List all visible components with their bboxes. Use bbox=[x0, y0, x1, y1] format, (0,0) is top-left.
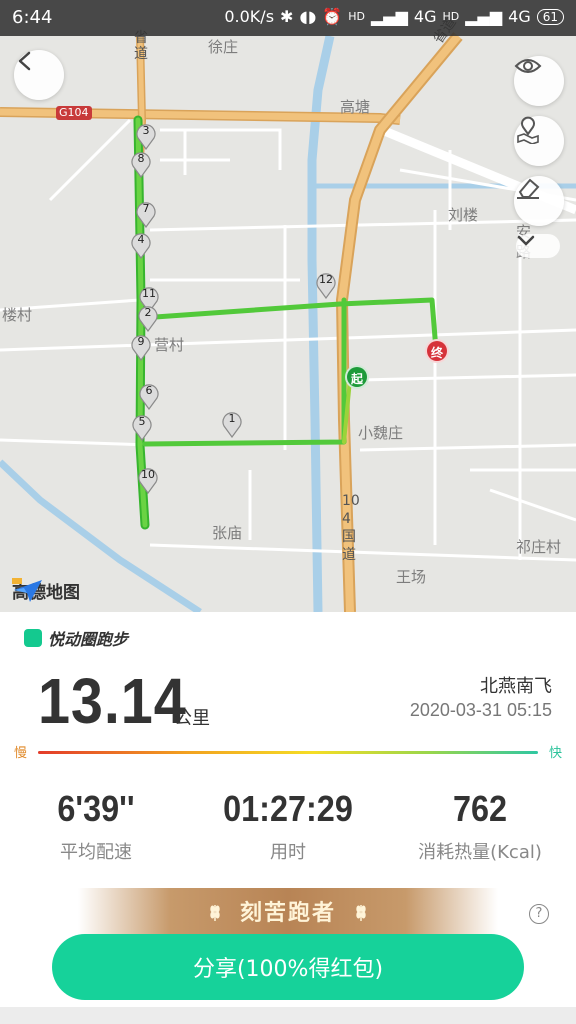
back-icon bbox=[18, 51, 31, 71]
battery-icon: 61 bbox=[536, 8, 564, 25]
hd-badge-2: HD bbox=[442, 10, 460, 23]
brand-name: 悦动圈跑步 bbox=[48, 630, 129, 649]
bluetooth-icon: ✱ bbox=[280, 7, 294, 26]
km-marker-1[interactable]: 1 bbox=[221, 408, 243, 438]
map-label-g104-shield: G104 bbox=[56, 106, 92, 120]
amap-logo-icon bbox=[12, 578, 42, 602]
alarm-icon: ⏰ bbox=[322, 7, 343, 26]
km-marker-2[interactable]: 2 bbox=[137, 302, 159, 332]
network-speed: 0.0K/s bbox=[224, 7, 275, 26]
km-marker-3[interactable]: 3 bbox=[135, 120, 157, 150]
km-marker-7[interactable]: 7 bbox=[135, 198, 157, 228]
back-button[interactable] bbox=[14, 50, 64, 100]
wheat-icon bbox=[356, 905, 366, 921]
erase-track-button[interactable] bbox=[514, 176, 564, 226]
stat-avg-pace: 6'39'' 平均配速 bbox=[0, 788, 192, 864]
map-label-zhangmiao: 张庙 bbox=[212, 524, 243, 542]
distance-unit: 公里 bbox=[174, 708, 210, 729]
run-datetime: 2020-03-31 05:15 bbox=[409, 700, 552, 720]
start-marker[interactable]: 起 bbox=[345, 365, 369, 389]
map-label-xiaoweizhuang: 小魏庄 bbox=[358, 424, 404, 442]
signal-icon-2: ▂▄▆ bbox=[465, 7, 503, 26]
help-icon[interactable]: ? bbox=[529, 904, 549, 924]
route-map[interactable]: 徐庄 高塘 刘楼 楼村 营村 小魏庄 张庙 王场 祁庄村 安 路 104国道 省… bbox=[0, 0, 576, 612]
chevron-down-icon bbox=[517, 235, 535, 246]
pace-legend: 慢 快 bbox=[14, 740, 562, 764]
brand: 悦动圈跑步 bbox=[24, 626, 128, 650]
stat-label: 用时 bbox=[270, 842, 306, 863]
map-layer-button[interactable] bbox=[514, 116, 564, 166]
pace-slow-label: 慢 bbox=[14, 746, 28, 761]
end-marker[interactable]: 终 bbox=[425, 339, 449, 363]
map-label-gongcun: 营村 bbox=[154, 336, 185, 354]
map-label-zhuangcun: 祁庄村 bbox=[516, 538, 562, 556]
achievement-badge[interactable]: 刻苦跑者 bbox=[78, 888, 498, 934]
map-canvas bbox=[0, 32, 576, 612]
km-marker-9[interactable]: 9 bbox=[130, 331, 152, 361]
map-label-road-104: 104国道 bbox=[342, 493, 360, 563]
expand-controls-button[interactable] bbox=[516, 234, 560, 258]
signal-icon-1: ▂▄▆ bbox=[370, 7, 408, 26]
km-marker-10[interactable]: 10 bbox=[137, 464, 159, 494]
eye-icon bbox=[514, 59, 542, 73]
carrier-1: 4G bbox=[413, 7, 437, 26]
run-summary-card: 悦动圈跑步 13.14 公里 北燕南飞 2020-03-31 05:15 慢 快… bbox=[0, 612, 576, 1007]
amap-logo: 高德地图 bbox=[12, 578, 80, 603]
navigation-bar bbox=[0, 1007, 576, 1024]
pace-gradient-bar bbox=[38, 751, 538, 754]
stat-calories: 762 消耗热量(Kcal) bbox=[384, 788, 576, 864]
wheat-icon bbox=[210, 905, 220, 921]
stat-label: 消耗热量(Kcal) bbox=[418, 842, 542, 863]
map-label-loucun: 楼村 bbox=[2, 306, 33, 324]
km-marker-4[interactable]: 4 bbox=[130, 229, 152, 259]
stat-value: 6'39'' bbox=[57, 788, 135, 829]
toggle-icon: ◖◗ bbox=[299, 7, 317, 26]
status-time: 6:44 bbox=[12, 7, 53, 28]
stat-value: 762 bbox=[452, 788, 508, 829]
stat-duration: 01:27:29 用时 bbox=[192, 788, 384, 864]
badge-title: 刻苦跑者 bbox=[239, 901, 336, 926]
map-pin-icon bbox=[517, 116, 539, 144]
brand-logo-icon bbox=[24, 629, 42, 647]
km-marker-6[interactable]: 6 bbox=[138, 380, 160, 410]
eraser-icon bbox=[517, 178, 540, 199]
status-bar: 6:44 0.0K/s ✱ ◖◗ ⏰ HD ▂▄▆ 4G HD ▂▄▆ 4G 6… bbox=[0, 0, 576, 36]
map-label-xuzhuang: 徐庄 bbox=[208, 38, 239, 56]
map-label-wangchang: 王场 bbox=[396, 568, 427, 586]
visibility-toggle-button[interactable] bbox=[514, 56, 564, 106]
map-label-gaotang: 高塘 bbox=[340, 98, 371, 116]
status-icons: 0.0K/s ✱ ◖◗ ⏰ HD ▂▄▆ 4G HD ▂▄▆ 4G 61 bbox=[224, 7, 564, 26]
km-marker-12[interactable]: 12 bbox=[315, 269, 337, 299]
km-marker-5[interactable]: 5 bbox=[131, 411, 153, 441]
km-marker-8[interactable]: 8 bbox=[130, 148, 152, 178]
app-root: 徐庄 高塘 刘楼 楼村 营村 小魏庄 张庙 王场 祁庄村 安 路 104国道 省… bbox=[0, 0, 576, 1024]
share-button[interactable]: 分享(100%得红包) bbox=[52, 934, 524, 1000]
stat-label: 平均配速 bbox=[60, 842, 132, 863]
username: 北燕南飞 bbox=[480, 676, 552, 697]
carrier-2: 4G bbox=[508, 7, 531, 26]
pace-fast-label: 快 bbox=[548, 746, 562, 761]
hd-badge-1: HD bbox=[348, 10, 365, 23]
stat-value: 01:27:29 bbox=[223, 788, 353, 829]
map-label-liulou: 刘楼 bbox=[448, 206, 479, 224]
distance-value: 13.14 bbox=[38, 665, 187, 737]
